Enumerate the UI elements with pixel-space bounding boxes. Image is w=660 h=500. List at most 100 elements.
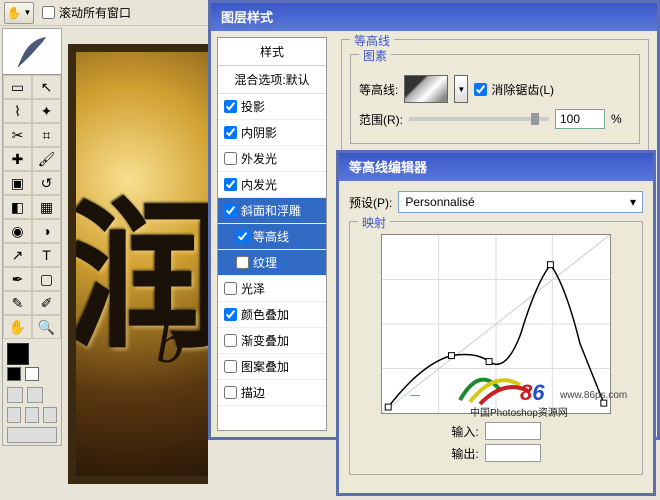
style-label: 斜面和浮雕 bbox=[241, 202, 301, 219]
style-item[interactable]: 描边 bbox=[218, 380, 326, 406]
preset-value: Personnalisé bbox=[405, 195, 474, 209]
style-item[interactable]: 渐变叠加 bbox=[218, 328, 326, 354]
dialog2-title: 等高线编辑器 bbox=[339, 153, 653, 181]
crop-tool[interactable]: ✂ bbox=[3, 123, 32, 147]
screen-mode-2[interactable] bbox=[25, 407, 39, 423]
input-row: 输入: bbox=[358, 422, 634, 440]
stamp-tool[interactable]: ▣ bbox=[3, 171, 32, 195]
shape-tool[interactable]: ▢ bbox=[32, 267, 61, 291]
style-checkbox[interactable] bbox=[224, 360, 237, 373]
mapping-title: 映射 bbox=[358, 214, 390, 231]
style-item[interactable]: 投影 bbox=[218, 94, 326, 120]
style-label: 纹理 bbox=[253, 254, 277, 271]
wand-tool[interactable]: ✦ bbox=[32, 99, 61, 123]
quick-mask-row bbox=[3, 385, 61, 405]
hand-tool-button[interactable]: ✋ ▼ bbox=[4, 2, 34, 24]
path-tool[interactable]: ↗ bbox=[3, 243, 32, 267]
dodge-tool[interactable]: ◑ bbox=[32, 219, 61, 243]
type-tool[interactable]: T bbox=[32, 243, 61, 267]
lasso-tool[interactable]: ⌇ bbox=[3, 99, 32, 123]
history-brush-tool[interactable]: ↺ bbox=[32, 171, 61, 195]
swap-colors[interactable] bbox=[25, 367, 39, 381]
style-label: 等高线 bbox=[253, 228, 289, 245]
screen-mode-1[interactable] bbox=[7, 407, 21, 423]
pen-tool[interactable]: ✒ bbox=[3, 267, 32, 291]
style-checkbox[interactable] bbox=[224, 282, 237, 295]
tools-grid: ▭ ↖ ⌇ ✦ ✂ ⌗ ✚ 🖌 ▣ ↺ ◧ ▦ ◉ ◑ ↗ T ✒ ▢ ✎ ✐ … bbox=[3, 75, 61, 339]
screen-mode-3[interactable] bbox=[43, 407, 57, 423]
contour-dropdown[interactable]: ▼ bbox=[454, 75, 468, 103]
range-input[interactable] bbox=[555, 109, 605, 129]
scroll-all-windows-checkbox[interactable]: 滚动所有窗口 bbox=[42, 4, 131, 21]
style-item[interactable]: 内阴影 bbox=[218, 120, 326, 146]
style-label: 光泽 bbox=[241, 280, 265, 297]
quick-mask-mode[interactable] bbox=[27, 387, 43, 403]
style-item[interactable]: 纹理 bbox=[218, 250, 326, 276]
contour-editor-dialog: 等高线编辑器 预设(P): Personnalisé ▾ 映射 bbox=[336, 150, 656, 496]
antialias-checkbox[interactable]: 消除锯齿(L) bbox=[474, 81, 554, 98]
watermark-desc: 中国Photoshop资源网 bbox=[470, 404, 568, 419]
preset-label: 预设(P): bbox=[349, 194, 392, 211]
style-label: 图案叠加 bbox=[241, 358, 289, 375]
styles-list: 样式 混合选项:默认 投影内阴影外发光内发光斜面和浮雕等高线纹理光泽颜色叠加渐变… bbox=[217, 37, 327, 431]
style-checkbox[interactable] bbox=[224, 308, 237, 321]
style-label: 颜色叠加 bbox=[241, 306, 289, 323]
style-item[interactable]: 图案叠加 bbox=[218, 354, 326, 380]
style-checkbox[interactable] bbox=[224, 204, 237, 217]
checkbox-input[interactable] bbox=[42, 6, 55, 19]
standard-mode[interactable] bbox=[7, 387, 23, 403]
brush-tool[interactable]: 🖌 bbox=[32, 147, 61, 171]
style-checkbox[interactable] bbox=[224, 386, 237, 399]
eraser-tool[interactable]: ◧ bbox=[3, 195, 32, 219]
notes-tool[interactable]: ✎ bbox=[3, 291, 32, 315]
contour-row: 等高线: ▼ 消除锯齿(L) bbox=[359, 75, 631, 103]
hand-icon: ✋ bbox=[7, 6, 22, 20]
input-value[interactable] bbox=[485, 422, 541, 440]
jump-row bbox=[3, 425, 61, 445]
style-item[interactable]: 斜面和浮雕 bbox=[218, 198, 326, 224]
style-item[interactable]: 等高线 bbox=[218, 224, 326, 250]
contour-label: 等高线: bbox=[359, 81, 398, 98]
marquee-tool[interactable]: ▭ bbox=[3, 75, 32, 99]
preset-dropdown[interactable]: Personnalisé ▾ bbox=[398, 191, 643, 213]
blur-tool[interactable]: ◉ bbox=[3, 219, 32, 243]
range-row: 范围(R): % bbox=[359, 109, 631, 129]
zoom-tool[interactable]: 🔍 bbox=[32, 315, 61, 339]
default-colors[interactable] bbox=[7, 367, 21, 381]
mapping-group: 映射 输入: 输出: bbox=[349, 221, 643, 475]
style-checkbox[interactable] bbox=[224, 152, 237, 165]
style-item[interactable]: 内发光 bbox=[218, 172, 326, 198]
foreground-color[interactable] bbox=[7, 343, 29, 365]
style-checkbox[interactable] bbox=[236, 230, 249, 243]
style-item[interactable]: 颜色叠加 bbox=[218, 302, 326, 328]
preset-row: 预设(P): Personnalisé ▾ bbox=[349, 191, 643, 213]
style-checkbox[interactable] bbox=[224, 178, 237, 191]
output-value[interactable] bbox=[485, 444, 541, 462]
style-checkbox[interactable] bbox=[224, 126, 237, 139]
slice-tool[interactable]: ⌗ bbox=[32, 123, 61, 147]
jump-to-button[interactable] bbox=[7, 427, 57, 443]
eyedropper-tool[interactable]: ✐ bbox=[32, 291, 61, 315]
range-slider[interactable] bbox=[409, 117, 549, 121]
app-logo bbox=[3, 29, 61, 75]
style-checkbox[interactable] bbox=[224, 334, 237, 347]
watermark-url: www.86ps.com bbox=[560, 390, 627, 401]
hand-tool[interactable]: ✋ bbox=[3, 315, 32, 339]
checkbox-input[interactable] bbox=[474, 83, 487, 96]
styles-header[interactable]: 样式 bbox=[218, 38, 326, 66]
contour-group: 等高线 图素 等高线: ▼ 消除锯齿(L) 范围(R): bbox=[341, 39, 649, 161]
blend-options-row[interactable]: 混合选项:默认 bbox=[218, 66, 326, 94]
style-item[interactable]: 光泽 bbox=[218, 276, 326, 302]
style-label: 外发光 bbox=[241, 150, 277, 167]
heal-tool[interactable]: ✚ bbox=[3, 147, 32, 171]
gradient-tool[interactable]: ▦ bbox=[32, 195, 61, 219]
contour-thumbnail[interactable] bbox=[404, 75, 448, 103]
document-canvas: 润 b bbox=[68, 44, 208, 484]
style-label: 投影 bbox=[241, 98, 265, 115]
style-checkbox[interactable] bbox=[224, 100, 237, 113]
antialias-label: 消除锯齿(L) bbox=[491, 81, 554, 98]
group-title-elements: 图素 bbox=[359, 47, 391, 64]
style-checkbox[interactable] bbox=[236, 256, 249, 269]
move-tool[interactable]: ↖ bbox=[32, 75, 61, 99]
style-item[interactable]: 外发光 bbox=[218, 146, 326, 172]
